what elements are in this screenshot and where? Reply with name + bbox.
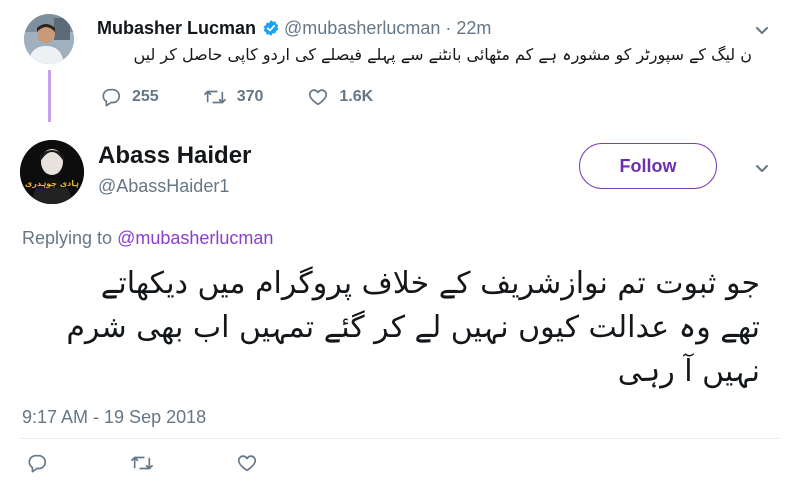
heart-icon [309, 89, 328, 106]
main-avatar[interactable]: ہادی چوہدری [20, 140, 84, 204]
heart-icon[interactable] [236, 452, 258, 474]
parent-author-name[interactable]: Mubasher Lucman [97, 18, 256, 38]
main-tweet-actions [26, 452, 340, 474]
parent-tweet-text: ن لیگ کے سپورٹر کو مشورہ ہے کم مٹھائی با… [133, 45, 752, 64]
header-separator: · [445, 18, 452, 38]
parent-tweet-time[interactable]: 22m [456, 18, 491, 38]
parent-author-handle[interactable]: @mubasherlucman [284, 18, 440, 38]
tweet-page: Mubasher Lucman @mubasherlucman · 22m ن ل… [0, 0, 800, 500]
parent-tweet-header: Mubasher Lucman @mubasherlucman · 22m [97, 16, 491, 43]
reply-icon[interactable] [26, 452, 48, 474]
like-button[interactable]: 1.6K [307, 86, 373, 108]
main-author-handle[interactable]: @AbassHaider1 [98, 176, 229, 197]
chevron-down-icon[interactable] [754, 22, 770, 43]
parent-avatar[interactable] [24, 14, 74, 64]
tweet-timestamp[interactable]: 9:17 AM - 19 Sep 2018 [22, 407, 206, 428]
replying-handle-link[interactable]: @mubasherlucman [117, 228, 273, 248]
verified-badge-icon [262, 19, 280, 43]
retweet-button[interactable]: 370 [203, 86, 264, 108]
reply-button[interactable]: 255 [100, 86, 159, 108]
divider [20, 438, 780, 439]
retweet-icon [203, 90, 226, 104]
replying-to: Replying to @mubasherlucman [22, 228, 273, 249]
reply-count: 255 [132, 88, 159, 105]
chevron-down-icon[interactable] [754, 160, 770, 181]
like-count: 1.6K [339, 88, 374, 105]
main-author-name[interactable]: Abass Haider [98, 142, 251, 170]
replying-prefix: Replying to [22, 228, 113, 248]
follow-button[interactable]: Follow [579, 143, 717, 189]
main-tweet-text: جو ثبوت تم نوازشریف کے خلاف پروگرام میں … [66, 266, 760, 389]
retweet-icon[interactable] [130, 452, 154, 474]
reply-icon [102, 88, 121, 107]
parent-tweet-actions: 255 370 1.6K [100, 86, 417, 108]
retweet-count: 370 [236, 88, 264, 105]
avatar-logo-text: ہادی چوہدری [25, 179, 79, 188]
thread-connector-line [48, 70, 51, 122]
